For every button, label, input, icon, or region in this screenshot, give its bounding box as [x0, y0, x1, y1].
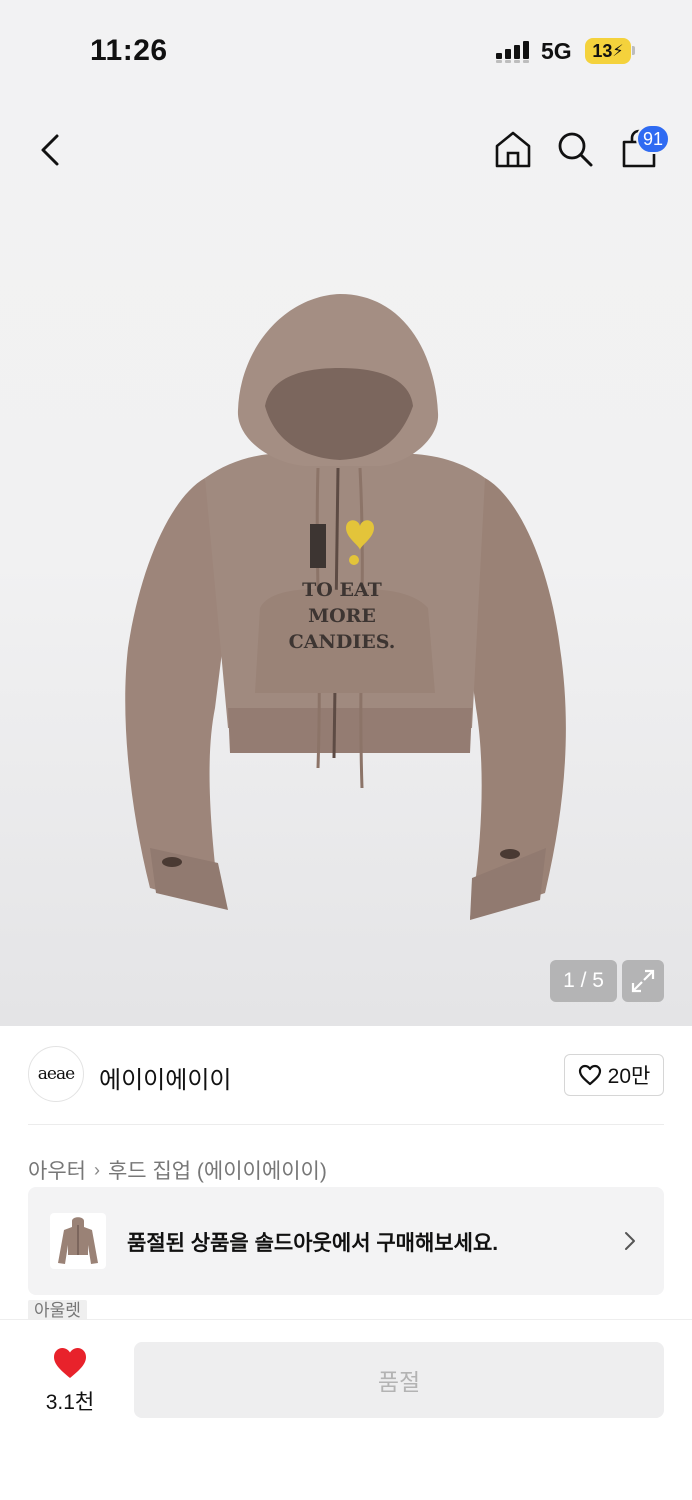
brand-like-button[interactable]: 20만 [564, 1054, 664, 1096]
cart-count-badge: 91 [636, 124, 670, 154]
network-label: 5G [541, 38, 572, 64]
soldout-banner-text: 품절된 상품을 솔드아웃에서 구매해보세요. [127, 1232, 499, 1255]
divider [28, 1124, 664, 1125]
banner-thumbnail [50, 1213, 106, 1269]
brand-like-count: 20만 [607, 1065, 651, 1088]
chevron-right-icon [625, 1232, 635, 1250]
brand-logo[interactable]: aeae [28, 1046, 84, 1102]
svg-text:MORE: MORE [308, 605, 376, 627]
battery-level: 13 [592, 40, 613, 61]
wishlist-heart-icon[interactable] [52, 1346, 88, 1380]
back-button[interactable] [28, 128, 72, 172]
soldout-banner[interactable]: 품절된 상품을 솔드아웃에서 구매해보세요. [28, 1187, 664, 1295]
svg-text:CANDIES.: CANDIES. [289, 631, 396, 653]
expand-button[interactable] [622, 960, 664, 1002]
search-button[interactable] [552, 126, 598, 172]
product-image[interactable]: TO EAT MORE CANDIES. [110, 288, 580, 928]
heart-outline-icon [578, 1064, 601, 1086]
status-time: 11:26 [90, 34, 168, 67]
wishlist-count: 3.1천 [45, 1391, 95, 1414]
charging-bolt-icon: ⚡ [612, 43, 624, 60]
expand-icon [631, 969, 655, 993]
hoodie-thumbnail-icon [58, 1217, 98, 1264]
image-pager: 1 / 5 [550, 960, 617, 1002]
svg-text:TO EAT: TO EAT [302, 579, 382, 601]
home-button[interactable] [490, 126, 536, 172]
breadcrumb-subcategory[interactable]: 후드 집업 (에이이에이이) [108, 1155, 327, 1185]
battery-icon: 13 ⚡ [585, 38, 631, 64]
breadcrumb: 아우터 › 후드 집업 (에이이에이이) [28, 1155, 327, 1185]
search-icon [558, 132, 593, 167]
breadcrumb-category[interactable]: 아우터 [28, 1155, 86, 1185]
soldout-button[interactable]: 품절 [134, 1342, 664, 1418]
battery-tip [632, 46, 635, 55]
brand-logo-text: aeae [37, 1064, 75, 1084]
brand-name[interactable]: 에이이에이이 [99, 1060, 231, 1095]
back-icon [41, 134, 59, 166]
home-icon [495, 131, 531, 168]
signal-icon [496, 41, 529, 63]
chevron-right-icon: › [93, 1159, 100, 1180]
